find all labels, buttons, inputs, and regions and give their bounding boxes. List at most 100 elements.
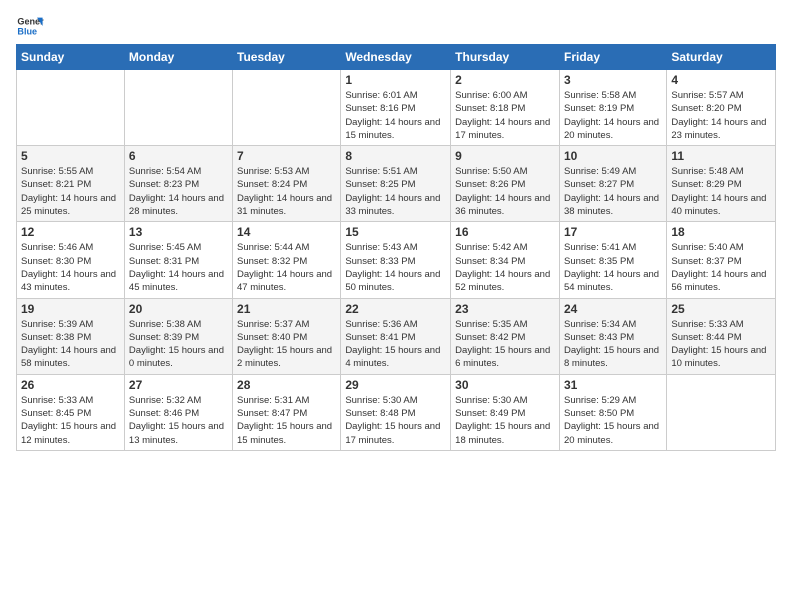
calendar-cell-w5-d6: 31 Sunrise: 5:29 AMSunset: 8:50 PMDayligh… (559, 374, 666, 450)
day-info: Sunrise: 5:49 AMSunset: 8:27 PMDaylight:… (564, 165, 662, 218)
calendar-cell-w4-d6: 24 Sunrise: 5:34 AMSunset: 8:43 PMDayligh… (559, 298, 666, 374)
header-thursday: Thursday (451, 45, 560, 70)
calendar-cell-w5-d5: 30Sunrise: 5:30 AMSunset: 8:49 PMDayligh… (451, 374, 560, 450)
header-tuesday: Tuesday (233, 45, 341, 70)
day-info: Sunrise: 5:46 AMSunset: 8:30 PMDaylight:… (21, 241, 120, 294)
calendar-cell-w3-d3: 14 Sunrise: 5:44 AMSunset: 8:32 PMDayligh… (233, 222, 341, 298)
header-saturday: Saturday (667, 45, 776, 70)
calendar-cell-w2-d5: 9 Sunrise: 5:50 AMSunset: 8:26 PMDaylight… (451, 146, 560, 222)
day-number: 26 (21, 378, 120, 392)
calendar-cell-w4-d4: 22 Sunrise: 5:36 AMSunset: 8:41 PMDayligh… (341, 298, 451, 374)
calendar-cell-w4-d5: 23 Sunrise: 5:35 AMSunset: 8:42 PMDayligh… (451, 298, 560, 374)
calendar-cell-w4-d1: 19Sunrise: 5:39 AMSunset: 8:38 PMDayligh… (17, 298, 125, 374)
day-number: 23 (455, 302, 555, 316)
calendar-cell-w2-d2: 6 Sunrise: 5:54 AMSunset: 8:23 PMDaylight… (124, 146, 232, 222)
logo-icon: General Blue (16, 12, 44, 40)
day-number: 22 (345, 302, 446, 316)
calendar-week-5: 26 Sunrise: 5:33 AMSunset: 8:45 PMDayligh… (17, 374, 776, 450)
calendar-cell-w4-d2: 20Sunrise: 5:38 AMSunset: 8:39 PMDayligh… (124, 298, 232, 374)
day-info: Sunrise: 5:35 AMSunset: 8:42 PMDaylight:… (455, 318, 555, 371)
day-number: 6 (129, 149, 228, 163)
header: General Blue (16, 12, 776, 40)
calendar-cell-w3-d5: 16 Sunrise: 5:42 AMSunset: 8:34 PMDayligh… (451, 222, 560, 298)
day-info: Sunrise: 5:41 AMSunset: 8:35 PMDaylight:… (564, 241, 662, 294)
calendar-cell-w3-d1: 12Sunrise: 5:46 AMSunset: 8:30 PMDayligh… (17, 222, 125, 298)
day-info: Sunrise: 5:43 AMSunset: 8:33 PMDaylight:… (345, 241, 446, 294)
day-number: 2 (455, 73, 555, 87)
day-info: Sunrise: 5:57 AMSunset: 8:20 PMDaylight:… (671, 89, 771, 142)
calendar-cell-w5-d7 (667, 374, 776, 450)
day-info: Sunrise: 5:31 AMSunset: 8:47 PMDaylight:… (237, 394, 336, 447)
calendar-cell-w3-d7: 18 Sunrise: 5:40 AMSunset: 8:37 PMDayligh… (667, 222, 776, 298)
calendar-cell-w1-d4: 1Sunrise: 6:01 AMSunset: 8:16 PMDaylight… (341, 70, 451, 146)
header-wednesday: Wednesday (341, 45, 451, 70)
day-info: Sunrise: 5:32 AMSunset: 8:46 PMDaylight:… (129, 394, 228, 447)
day-number: 13 (129, 225, 228, 239)
calendar-week-4: 19Sunrise: 5:39 AMSunset: 8:38 PMDayligh… (17, 298, 776, 374)
calendar-cell-w2-d6: 10 Sunrise: 5:49 AMSunset: 8:27 PMDayligh… (559, 146, 666, 222)
day-number: 30 (455, 378, 555, 392)
day-number: 29 (345, 378, 446, 392)
calendar-cell-w5-d4: 29 Sunrise: 5:30 AMSunset: 8:48 PMDayligh… (341, 374, 451, 450)
day-info: Sunrise: 6:00 AMSunset: 8:18 PMDaylight:… (455, 89, 555, 142)
page: General Blue Sunday Monday Tuesday Wedne… (0, 0, 792, 612)
calendar-cell-w4-d7: 25 Sunrise: 5:33 AMSunset: 8:44 PMDayligh… (667, 298, 776, 374)
day-info: Sunrise: 5:45 AMSunset: 8:31 PMDaylight:… (129, 241, 228, 294)
day-info: Sunrise: 5:54 AMSunset: 8:23 PMDaylight:… (129, 165, 228, 218)
day-info: Sunrise: 5:38 AMSunset: 8:39 PMDaylight:… (129, 318, 228, 371)
calendar-cell-w5-d2: 27 Sunrise: 5:32 AMSunset: 8:46 PMDayligh… (124, 374, 232, 450)
day-number: 27 (129, 378, 228, 392)
day-info: Sunrise: 5:51 AMSunset: 8:25 PMDaylight:… (345, 165, 446, 218)
day-number: 9 (455, 149, 555, 163)
day-number: 18 (671, 225, 771, 239)
day-number: 21 (237, 302, 336, 316)
day-number: 19 (21, 302, 120, 316)
day-number: 28 (237, 378, 336, 392)
day-info: Sunrise: 5:53 AMSunset: 8:24 PMDaylight:… (237, 165, 336, 218)
day-info: Sunrise: 5:30 AMSunset: 8:48 PMDaylight:… (345, 394, 446, 447)
day-number: 14 (237, 225, 336, 239)
day-info: Sunrise: 5:42 AMSunset: 8:34 PMDaylight:… (455, 241, 555, 294)
calendar-cell-w1-d7: 4 Sunrise: 5:57 AMSunset: 8:20 PMDaylight… (667, 70, 776, 146)
day-number: 10 (564, 149, 662, 163)
header-sunday: Sunday (17, 45, 125, 70)
day-number: 24 (564, 302, 662, 316)
day-number: 1 (345, 73, 446, 87)
day-info: Sunrise: 5:29 AMSunset: 8:50 PMDaylight:… (564, 394, 662, 447)
day-info: Sunrise: 5:44 AMSunset: 8:32 PMDaylight:… (237, 241, 336, 294)
calendar-cell-w3-d4: 15Sunrise: 5:43 AMSunset: 8:33 PMDayligh… (341, 222, 451, 298)
day-info: Sunrise: 5:40 AMSunset: 8:37 PMDaylight:… (671, 241, 771, 294)
day-info: Sunrise: 5:36 AMSunset: 8:41 PMDaylight:… (345, 318, 446, 371)
day-info: Sunrise: 5:48 AMSunset: 8:29 PMDaylight:… (671, 165, 771, 218)
header-monday: Monday (124, 45, 232, 70)
calendar-cell-w5-d3: 28 Sunrise: 5:31 AMSunset: 8:47 PMDayligh… (233, 374, 341, 450)
calendar-table: Sunday Monday Tuesday Wednesday Thursday… (16, 44, 776, 451)
day-number: 11 (671, 149, 771, 163)
day-number: 3 (564, 73, 662, 87)
calendar-cell-w1-d2 (124, 70, 232, 146)
calendar-week-1: 1Sunrise: 6:01 AMSunset: 8:16 PMDaylight… (17, 70, 776, 146)
day-number: 8 (345, 149, 446, 163)
day-number: 4 (671, 73, 771, 87)
calendar-header-row: Sunday Monday Tuesday Wednesday Thursday… (17, 45, 776, 70)
day-info: Sunrise: 5:37 AMSunset: 8:40 PMDaylight:… (237, 318, 336, 371)
calendar-cell-w2-d7: 11 Sunrise: 5:48 AMSunset: 8:29 PMDayligh… (667, 146, 776, 222)
day-number: 7 (237, 149, 336, 163)
calendar-cell-w3-d2: 13 Sunrise: 5:45 AMSunset: 8:31 PMDayligh… (124, 222, 232, 298)
calendar-cell-w2-d3: 7 Sunrise: 5:53 AMSunset: 8:24 PMDaylight… (233, 146, 341, 222)
day-info: Sunrise: 5:33 AMSunset: 8:44 PMDaylight:… (671, 318, 771, 371)
day-info: Sunrise: 5:33 AMSunset: 8:45 PMDaylight:… (21, 394, 120, 447)
calendar-cell-w5-d1: 26 Sunrise: 5:33 AMSunset: 8:45 PMDayligh… (17, 374, 125, 450)
calendar-cell-w1-d6: 3Sunrise: 5:58 AMSunset: 8:19 PMDaylight… (559, 70, 666, 146)
day-info: Sunrise: 5:50 AMSunset: 8:26 PMDaylight:… (455, 165, 555, 218)
day-number: 25 (671, 302, 771, 316)
day-number: 16 (455, 225, 555, 239)
calendar-cell-w1-d1 (17, 70, 125, 146)
calendar-week-2: 5Sunrise: 5:55 AMSunset: 8:21 PMDaylight… (17, 146, 776, 222)
day-number: 31 (564, 378, 662, 392)
day-info: Sunrise: 5:55 AMSunset: 8:21 PMDaylight:… (21, 165, 120, 218)
calendar-cell-w1-d3 (233, 70, 341, 146)
header-friday: Friday (559, 45, 666, 70)
calendar-cell-w2-d1: 5Sunrise: 5:55 AMSunset: 8:21 PMDaylight… (17, 146, 125, 222)
day-info: Sunrise: 5:34 AMSunset: 8:43 PMDaylight:… (564, 318, 662, 371)
